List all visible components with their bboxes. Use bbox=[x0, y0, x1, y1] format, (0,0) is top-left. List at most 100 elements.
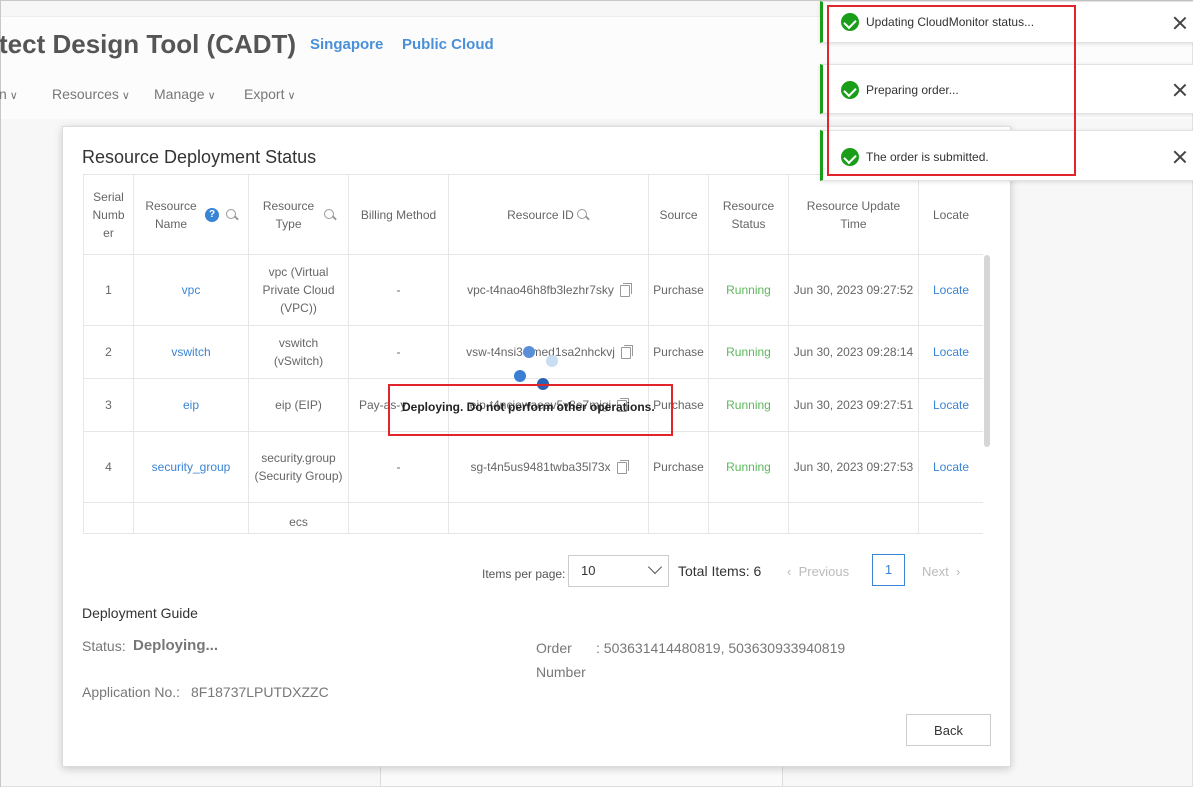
col-resource-type: Resource Type bbox=[248, 174, 349, 255]
col-billing-method: Billing Method bbox=[348, 174, 449, 255]
loading-message: Deploying. Do not perform other operatio… bbox=[402, 400, 655, 414]
status-label: Status: bbox=[82, 638, 126, 654]
cell-type: security.group (Security Group) bbox=[248, 431, 349, 503]
application-no-label: Application No.: bbox=[82, 684, 181, 700]
cell-billing: - bbox=[348, 325, 449, 379]
cell-id: sg-t4n5us9481twba35l73x bbox=[448, 431, 649, 503]
back-button[interactable]: Back bbox=[906, 714, 991, 746]
cell-time bbox=[788, 502, 919, 533]
close-icon[interactable] bbox=[1173, 150, 1187, 164]
application-no-value: 8F18737LPUTDXZZC bbox=[191, 684, 329, 700]
cell-source: Purchase bbox=[648, 325, 709, 379]
order-number-label: Order Number bbox=[536, 640, 586, 680]
cell-serial: 4 bbox=[83, 431, 134, 503]
cell-billing: - bbox=[348, 431, 449, 503]
table-scrollbar[interactable] bbox=[984, 255, 990, 447]
page-1-button[interactable]: 1 bbox=[872, 554, 905, 586]
dialog-title: Resource Deployment Status bbox=[82, 147, 317, 167]
next-button[interactable]: Next › bbox=[922, 564, 960, 579]
menu-item-manage[interactable]: Manage ∨ bbox=[154, 86, 216, 102]
cell-status: Running bbox=[708, 254, 789, 326]
col-serial-number: Serial Number bbox=[83, 174, 134, 255]
locate-link[interactable]: Locate bbox=[918, 378, 983, 432]
col-update-time: Resource Update Time bbox=[788, 174, 919, 255]
cell-source bbox=[648, 502, 709, 533]
chevron-left-icon: ‹ bbox=[787, 564, 799, 579]
close-icon[interactable] bbox=[1173, 16, 1187, 30]
app-title: tect Design Tool (CADT) bbox=[0, 29, 297, 59]
spinner-dot bbox=[514, 370, 526, 382]
status-value: Deploying... bbox=[133, 637, 219, 654]
help-icon[interactable]: ? bbox=[205, 207, 219, 222]
region-label[interactable]: Singapore bbox=[310, 36, 383, 53]
resource-name-link[interactable] bbox=[133, 502, 249, 533]
cell-type: ecs bbox=[248, 502, 349, 533]
chevron-down-icon: ∨ bbox=[287, 90, 296, 102]
menu-label: Manage bbox=[154, 86, 205, 102]
close-icon[interactable] bbox=[1173, 83, 1187, 97]
resource-name-link[interactable]: security_group bbox=[133, 431, 249, 503]
page-size-value: 10 bbox=[581, 563, 596, 578]
locate-link[interactable]: Locate bbox=[918, 431, 983, 503]
menu-label: n bbox=[0, 86, 7, 102]
locate-link[interactable] bbox=[918, 502, 983, 533]
col-resource-id: Resource ID bbox=[448, 174, 649, 255]
menu-item-resources[interactable]: Resources ∨ bbox=[52, 86, 130, 102]
items-per-page-label: Items per page: bbox=[482, 567, 566, 581]
cell-time: Jun 30, 2023 09:28:14 bbox=[788, 325, 919, 379]
previous-button[interactable]: ‹ Previous bbox=[787, 564, 849, 579]
cell-status: Running bbox=[708, 378, 789, 432]
table-header-row: Serial Number Resource Name? Resource Ty… bbox=[83, 174, 983, 255]
locate-link[interactable]: Locate bbox=[918, 325, 983, 379]
cell-status: Running bbox=[708, 431, 789, 503]
cell-time: Jun 30, 2023 09:27:53 bbox=[788, 431, 919, 503]
col-resource-name: Resource Name? bbox=[133, 174, 249, 255]
cell-billing bbox=[348, 502, 449, 533]
chevron-right-icon: › bbox=[948, 564, 961, 579]
page-size-select[interactable]: 10 bbox=[568, 555, 669, 587]
notification-highlight-box bbox=[827, 5, 1076, 176]
cell-serial bbox=[83, 502, 134, 533]
total-items: Total Items: 6 bbox=[678, 563, 762, 579]
menu-label: Export bbox=[244, 86, 285, 102]
table-row: ecs bbox=[83, 502, 983, 533]
cell-billing: - bbox=[348, 254, 449, 326]
col-locate: Locate bbox=[918, 174, 983, 255]
cell-type: vswitch (vSwitch) bbox=[248, 325, 349, 379]
resource-name-link[interactable]: eip bbox=[133, 378, 249, 432]
cell-time: Jun 30, 2023 09:27:51 bbox=[788, 378, 919, 432]
search-icon[interactable] bbox=[576, 208, 590, 222]
spinner-dot bbox=[546, 355, 558, 367]
table-row: 1 vpc vpc (Virtual Private Cloud (VPC)) … bbox=[83, 254, 983, 326]
copy-icon[interactable] bbox=[616, 459, 629, 474]
deployment-guide-title: Deployment Guide bbox=[82, 605, 198, 621]
col-resource-status: Resource Status bbox=[708, 174, 789, 255]
cell-id: vsw-t4nsi3cimed1sa2nhckvj bbox=[448, 325, 649, 379]
cell-id bbox=[448, 502, 649, 533]
cell-serial: 3 bbox=[83, 378, 134, 432]
chevron-down-icon bbox=[647, 559, 663, 575]
order-number-value: : 503631414480819, 503630933940819 bbox=[596, 640, 846, 656]
search-icon[interactable] bbox=[323, 208, 337, 222]
cell-id: vpc-t4nao46h8fb3lezhr7sky bbox=[448, 254, 649, 326]
spinner-dot bbox=[523, 346, 535, 358]
chevron-down-icon: ∨ bbox=[9, 90, 18, 102]
cell-status bbox=[708, 502, 789, 533]
chevron-down-icon: ∨ bbox=[207, 90, 216, 102]
cell-source: Purchase bbox=[648, 431, 709, 503]
copy-icon[interactable] bbox=[619, 282, 632, 297]
cloud-type-label[interactable]: Public Cloud bbox=[402, 36, 494, 53]
menu-item-export[interactable]: Export ∨ bbox=[244, 86, 296, 102]
locate-link[interactable]: Locate bbox=[918, 254, 983, 326]
col-source: Source bbox=[648, 174, 709, 255]
cell-type: eip (EIP) bbox=[248, 378, 349, 432]
resource-name-link[interactable]: vswitch bbox=[133, 325, 249, 379]
menu-item-n[interactable]: n ∨ bbox=[0, 86, 18, 102]
cell-status: Running bbox=[708, 325, 789, 379]
menu-label: Resources bbox=[52, 86, 119, 102]
resource-name-link[interactable]: vpc bbox=[133, 254, 249, 326]
deployment-status-dialog: Resource Deployment Status Serial Number… bbox=[62, 126, 1011, 767]
copy-icon[interactable] bbox=[620, 344, 633, 359]
search-icon[interactable] bbox=[225, 208, 239, 222]
cell-type: vpc (Virtual Private Cloud (VPC)) bbox=[248, 254, 349, 326]
